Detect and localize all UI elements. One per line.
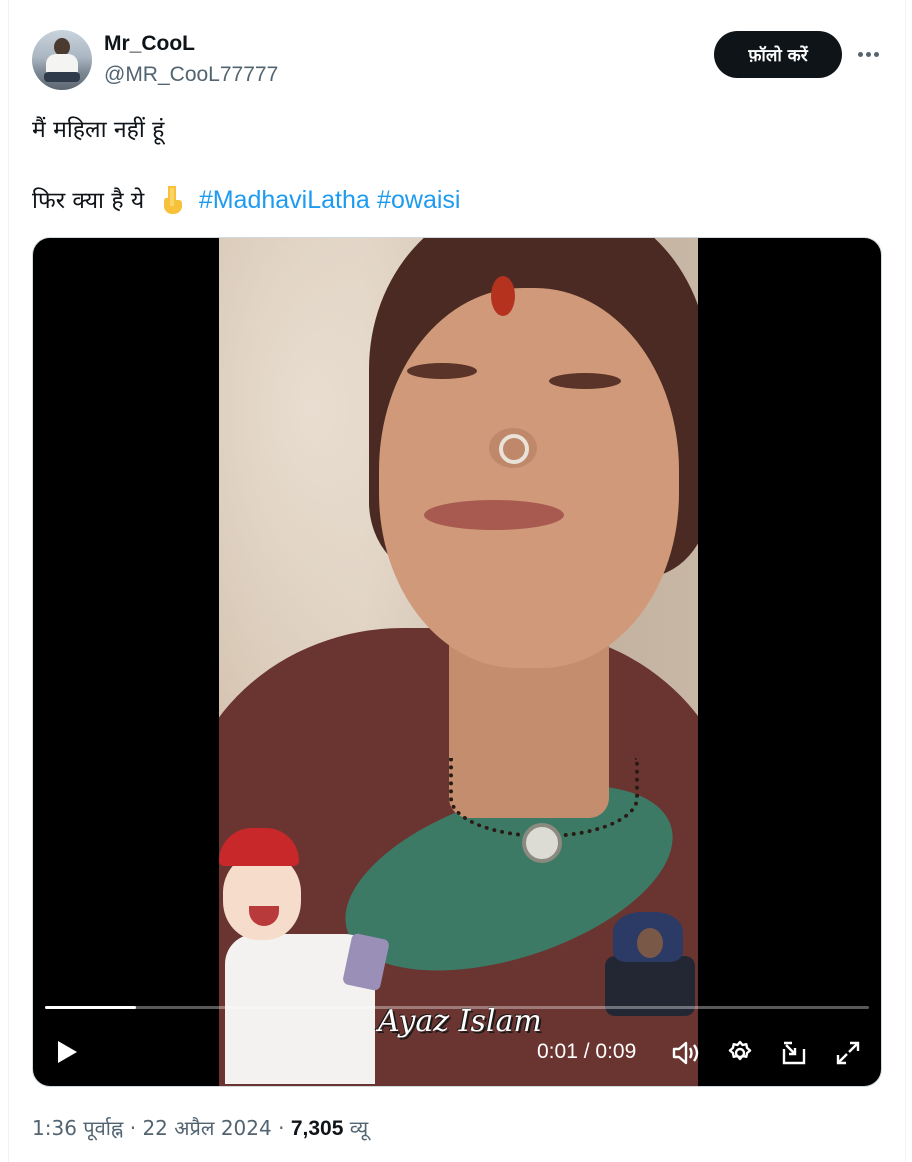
- pendant-shape: [522, 823, 562, 863]
- nose-ring-shape: [499, 434, 529, 464]
- video-progress-fill: [45, 1006, 136, 1009]
- video-player[interactable]: Ayaz Islam 0:01 / 0:09: [32, 237, 882, 1087]
- face-shape: [379, 288, 679, 668]
- fullscreen-icon[interactable]: [831, 1036, 865, 1070]
- hashtag-madhavilatha[interactable]: #MadhaviLatha: [199, 186, 370, 214]
- post-text-line2-text: फिर क्या है ये: [32, 188, 145, 214]
- user-handle[interactable]: @MR_CooL77777: [104, 63, 278, 87]
- post-date[interactable]: 22 अप्रैल 2024: [142, 1116, 271, 1140]
- post-time[interactable]: 1:36 पूर्वाह्न: [32, 1116, 123, 1140]
- settings-icon[interactable]: [723, 1036, 757, 1070]
- bindi-shape: [491, 276, 515, 316]
- hashtag-owaisi[interactable]: #owaisi: [377, 186, 460, 214]
- picture-in-picture-icon[interactable]: [777, 1036, 811, 1070]
- follow-button[interactable]: फ़ॉलो करें: [714, 31, 842, 78]
- eye-right-shape: [549, 373, 621, 389]
- post-text-line1: मैं महिला नहीं हूं: [32, 117, 165, 143]
- avatar-legs: [44, 72, 80, 82]
- avatar[interactable]: [32, 30, 92, 90]
- views-count: 7,305: [290, 1117, 344, 1140]
- lips-shape: [424, 500, 564, 530]
- display-name[interactable]: Mr_CooL: [104, 32, 195, 56]
- video-time: 0:01 / 0:09: [537, 1040, 636, 1064]
- post-text-line2: फिर क्या है ये #MadhaviLatha #owaisi: [32, 183, 460, 215]
- video-progress-bar[interactable]: [45, 1006, 869, 1009]
- video-controls: 0:01 / 0:09: [33, 1034, 881, 1074]
- more-icon[interactable]: [852, 40, 884, 68]
- meta-dot: ·: [278, 1116, 285, 1140]
- play-icon[interactable]: [51, 1036, 83, 1068]
- views-label: व्यू: [349, 1116, 369, 1140]
- time-separator: /: [583, 1040, 590, 1063]
- meta-dot: ·: [129, 1116, 137, 1140]
- current-time: 0:01: [537, 1040, 578, 1063]
- volume-icon[interactable]: [669, 1036, 703, 1070]
- post-meta: 1:36 पूर्वाह्न · 22 अप्रैल 2024 · 7,305 …: [32, 1114, 368, 1141]
- pointing-down-emoji-icon: [163, 186, 182, 214]
- duration: 0:09: [595, 1040, 637, 1063]
- eye-left-shape: [407, 363, 477, 379]
